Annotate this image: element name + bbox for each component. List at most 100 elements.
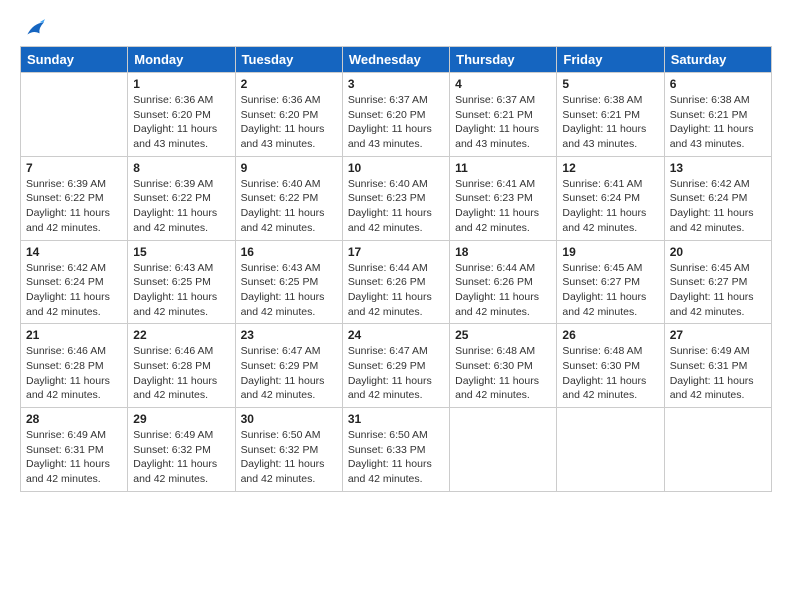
sunset-label: Sunset: 6:20 PM	[348, 109, 426, 121]
day-number: 4	[455, 77, 551, 91]
daylight-label: Daylight: 11 hours and 42 minutes.	[455, 375, 539, 402]
sunrise-label: Sunrise: 6:36 AM	[241, 94, 321, 106]
cell-info: Sunrise: 6:41 AM Sunset: 6:24 PM Dayligh…	[562, 177, 658, 236]
daylight-label: Daylight: 11 hours and 42 minutes.	[133, 458, 217, 485]
daylight-label: Daylight: 11 hours and 42 minutes.	[26, 458, 110, 485]
sunset-label: Sunset: 6:32 PM	[133, 444, 211, 456]
sunset-label: Sunset: 6:25 PM	[133, 276, 211, 288]
day-number: 26	[562, 328, 658, 342]
day-number: 5	[562, 77, 658, 91]
cell-info: Sunrise: 6:50 AM Sunset: 6:32 PM Dayligh…	[241, 428, 337, 487]
sunset-label: Sunset: 6:24 PM	[670, 192, 748, 204]
daylight-label: Daylight: 11 hours and 42 minutes.	[26, 291, 110, 318]
day-number: 19	[562, 245, 658, 259]
calendar-cell	[664, 408, 771, 492]
day-number: 25	[455, 328, 551, 342]
sunrise-label: Sunrise: 6:46 AM	[26, 345, 106, 357]
sunset-label: Sunset: 6:28 PM	[26, 360, 104, 372]
calendar-cell: 26 Sunrise: 6:48 AM Sunset: 6:30 PM Dayl…	[557, 324, 664, 408]
daylight-label: Daylight: 11 hours and 42 minutes.	[455, 291, 539, 318]
header	[20, 18, 772, 36]
calendar-cell: 24 Sunrise: 6:47 AM Sunset: 6:29 PM Dayl…	[342, 324, 449, 408]
daylight-label: Daylight: 11 hours and 42 minutes.	[562, 207, 646, 234]
sunset-label: Sunset: 6:26 PM	[348, 276, 426, 288]
calendar-table: SundayMondayTuesdayWednesdayThursdayFrid…	[20, 46, 772, 492]
sunset-label: Sunset: 6:21 PM	[670, 109, 748, 121]
daylight-label: Daylight: 11 hours and 42 minutes.	[26, 207, 110, 234]
cell-info: Sunrise: 6:49 AM Sunset: 6:31 PM Dayligh…	[26, 428, 122, 487]
sunrise-label: Sunrise: 6:45 AM	[670, 262, 750, 274]
calendar-cell: 22 Sunrise: 6:46 AM Sunset: 6:28 PM Dayl…	[128, 324, 235, 408]
day-number: 13	[670, 161, 766, 175]
sunset-label: Sunset: 6:22 PM	[133, 192, 211, 204]
cell-info: Sunrise: 6:42 AM Sunset: 6:24 PM Dayligh…	[670, 177, 766, 236]
sunset-label: Sunset: 6:30 PM	[562, 360, 640, 372]
sunrise-label: Sunrise: 6:49 AM	[133, 429, 213, 441]
cell-info: Sunrise: 6:43 AM Sunset: 6:25 PM Dayligh…	[241, 261, 337, 320]
day-number: 22	[133, 328, 229, 342]
calendar-cell: 31 Sunrise: 6:50 AM Sunset: 6:33 PM Dayl…	[342, 408, 449, 492]
sunrise-label: Sunrise: 6:43 AM	[133, 262, 213, 274]
day-number: 15	[133, 245, 229, 259]
day-number: 9	[241, 161, 337, 175]
day-header-wednesday: Wednesday	[342, 47, 449, 73]
cell-info: Sunrise: 6:48 AM Sunset: 6:30 PM Dayligh…	[562, 344, 658, 403]
calendar-cell	[21, 73, 128, 157]
sunset-label: Sunset: 6:22 PM	[26, 192, 104, 204]
sunrise-label: Sunrise: 6:46 AM	[133, 345, 213, 357]
calendar-cell: 15 Sunrise: 6:43 AM Sunset: 6:25 PM Dayl…	[128, 240, 235, 324]
calendar-cell	[557, 408, 664, 492]
calendar-cell: 20 Sunrise: 6:45 AM Sunset: 6:27 PM Dayl…	[664, 240, 771, 324]
cell-info: Sunrise: 6:36 AM Sunset: 6:20 PM Dayligh…	[133, 93, 229, 152]
cell-info: Sunrise: 6:48 AM Sunset: 6:30 PM Dayligh…	[455, 344, 551, 403]
daylight-label: Daylight: 11 hours and 43 minutes.	[241, 123, 325, 150]
calendar-cell: 23 Sunrise: 6:47 AM Sunset: 6:29 PM Dayl…	[235, 324, 342, 408]
cell-info: Sunrise: 6:40 AM Sunset: 6:23 PM Dayligh…	[348, 177, 444, 236]
cell-info: Sunrise: 6:47 AM Sunset: 6:29 PM Dayligh…	[241, 344, 337, 403]
daylight-label: Daylight: 11 hours and 42 minutes.	[670, 207, 754, 234]
sunset-label: Sunset: 6:31 PM	[670, 360, 748, 372]
calendar-cell	[450, 408, 557, 492]
sunrise-label: Sunrise: 6:39 AM	[133, 178, 213, 190]
day-number: 28	[26, 412, 122, 426]
sunset-label: Sunset: 6:29 PM	[241, 360, 319, 372]
daylight-label: Daylight: 11 hours and 43 minutes.	[670, 123, 754, 150]
sunrise-label: Sunrise: 6:44 AM	[348, 262, 428, 274]
sunrise-label: Sunrise: 6:47 AM	[241, 345, 321, 357]
sunset-label: Sunset: 6:28 PM	[133, 360, 211, 372]
calendar-cell: 8 Sunrise: 6:39 AM Sunset: 6:22 PM Dayli…	[128, 156, 235, 240]
cell-info: Sunrise: 6:39 AM Sunset: 6:22 PM Dayligh…	[133, 177, 229, 236]
daylight-label: Daylight: 11 hours and 42 minutes.	[455, 207, 539, 234]
calendar-cell: 28 Sunrise: 6:49 AM Sunset: 6:31 PM Dayl…	[21, 408, 128, 492]
sunset-label: Sunset: 6:23 PM	[348, 192, 426, 204]
week-row-2: 7 Sunrise: 6:39 AM Sunset: 6:22 PM Dayli…	[21, 156, 772, 240]
logo-bird-icon	[23, 18, 45, 40]
sunrise-label: Sunrise: 6:50 AM	[241, 429, 321, 441]
page: SundayMondayTuesdayWednesdayThursdayFrid…	[0, 0, 792, 612]
day-number: 24	[348, 328, 444, 342]
sunset-label: Sunset: 6:24 PM	[26, 276, 104, 288]
calendar-cell: 30 Sunrise: 6:50 AM Sunset: 6:32 PM Dayl…	[235, 408, 342, 492]
sunset-label: Sunset: 6:20 PM	[133, 109, 211, 121]
sunrise-label: Sunrise: 6:36 AM	[133, 94, 213, 106]
sunrise-label: Sunrise: 6:39 AM	[26, 178, 106, 190]
cell-info: Sunrise: 6:45 AM Sunset: 6:27 PM Dayligh…	[562, 261, 658, 320]
cell-info: Sunrise: 6:37 AM Sunset: 6:20 PM Dayligh…	[348, 93, 444, 152]
daylight-label: Daylight: 11 hours and 43 minutes.	[133, 123, 217, 150]
calendar-cell: 18 Sunrise: 6:44 AM Sunset: 6:26 PM Dayl…	[450, 240, 557, 324]
calendar-cell: 21 Sunrise: 6:46 AM Sunset: 6:28 PM Dayl…	[21, 324, 128, 408]
calendar-cell: 3 Sunrise: 6:37 AM Sunset: 6:20 PM Dayli…	[342, 73, 449, 157]
week-row-4: 21 Sunrise: 6:46 AM Sunset: 6:28 PM Dayl…	[21, 324, 772, 408]
daylight-label: Daylight: 11 hours and 42 minutes.	[241, 458, 325, 485]
week-row-5: 28 Sunrise: 6:49 AM Sunset: 6:31 PM Dayl…	[21, 408, 772, 492]
day-number: 21	[26, 328, 122, 342]
sunset-label: Sunset: 6:27 PM	[562, 276, 640, 288]
sunrise-label: Sunrise: 6:38 AM	[670, 94, 750, 106]
calendar-cell: 13 Sunrise: 6:42 AM Sunset: 6:24 PM Dayl…	[664, 156, 771, 240]
sunset-label: Sunset: 6:23 PM	[455, 192, 533, 204]
cell-info: Sunrise: 6:47 AM Sunset: 6:29 PM Dayligh…	[348, 344, 444, 403]
sunrise-label: Sunrise: 6:43 AM	[241, 262, 321, 274]
daylight-label: Daylight: 11 hours and 42 minutes.	[133, 291, 217, 318]
calendar-header-row: SundayMondayTuesdayWednesdayThursdayFrid…	[21, 47, 772, 73]
cell-info: Sunrise: 6:44 AM Sunset: 6:26 PM Dayligh…	[348, 261, 444, 320]
